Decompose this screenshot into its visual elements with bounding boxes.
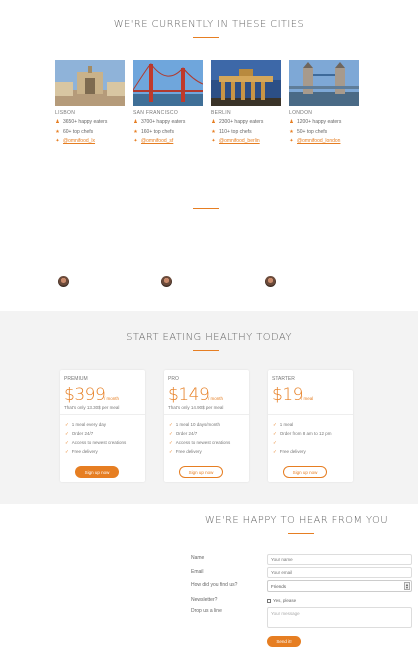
find-us-value: Friends [271,584,287,589]
check-icon: ✓ [273,449,277,454]
berlin-photo [211,60,281,106]
star-icon: ★ [289,128,294,135]
signup-button[interactable]: Sign up now [283,466,327,478]
twitter-icon: ✦ [55,137,60,144]
city-card-san-francisco: San Francisco ♟ 3700+ happy eaters ★ 160+ … [133,60,203,144]
checkbox-icon[interactable] [267,598,271,603]
title-underline [193,37,219,38]
check-icon: ✓ [169,449,173,454]
title-underline [193,350,219,351]
signup-button[interactable]: Sign up now [75,466,119,478]
plan-card-pro: Pro $149 / month That's only 14.90$ per … [164,370,249,482]
plan-price: $19 [272,385,303,405]
find-us-select[interactable]: Friends ▲ ▼ [267,580,412,592]
person-icon: ♟ [133,119,138,126]
testimonials-underline [193,208,219,209]
check-icon: ✓ [65,422,69,427]
person-icon: ♟ [211,119,216,126]
check-icon: ✓ [169,440,173,445]
twitter-stat: ✦ @omnifood_lx [55,138,125,144]
city-name: Berlin [211,110,231,116]
twitter-stat: ✦ @omnifood_sf [133,138,203,144]
cities-title: We're currently in these cities [113,19,305,30]
chefs-stat: ★ 110+ top chefs [211,128,252,135]
twitter-stat: ✦ @omnifood_berlin [211,138,281,144]
check-icon: ✓ [169,422,173,427]
twitter-link[interactable]: @omnifood_berlin [219,138,260,144]
chefs-stat: ★ 60+ top chefs [55,128,94,135]
send-button[interactable]: Send it! [267,636,301,647]
plan-name: Premium [64,376,88,382]
city-name: Lisbon [55,110,76,116]
city-card-lisbon: Lisbon ♟ 3650+ happy eaters ★ 60+ top chef… [55,60,125,144]
city-name: London [289,110,313,116]
plan-note: That's only 13.30$ per meal [64,405,120,410]
plan-card-premium: Premium $399 / month That's only 13.30$ … [60,370,145,482]
check-icon: ✓ [65,449,69,454]
chevron-updown-icon: ▲ ▼ [404,582,410,590]
avatar [58,276,69,287]
check-icon: ✓ [65,431,69,436]
divider [60,414,145,415]
name-field[interactable] [267,554,412,565]
title-underline [288,533,314,534]
chefs-stat: ★ 160+ top chefs [133,128,174,135]
person-icon: ♟ [55,119,60,126]
check-icon: ✓ [169,431,173,436]
check-icon: ✓ [273,431,277,436]
check-icon: ✓ [273,422,277,427]
star-icon: ★ [55,128,60,135]
twitter-icon: ✦ [289,137,294,144]
newsletter-label: Newsletter? [191,597,218,603]
customers-stat: ♟ 2300+ happy eaters [211,119,264,126]
avatar [161,276,172,287]
twitter-icon: ✦ [133,137,138,144]
plan-name: Starter [272,376,295,382]
message-label: Drop us a line [191,608,222,614]
chefs-stat: ★ 50+ top chefs [289,128,328,135]
check-icon: ✓ [65,440,69,445]
twitter-link[interactable]: @omnifood_london [297,138,340,144]
newsletter-option: Yes, please [273,598,297,603]
plan-period: / month [104,396,120,401]
contact-title: We're happy to hear from you [204,515,388,526]
twitter-link[interactable]: @omnifood_lx [63,138,95,144]
plans-title: Start eating healthy today [126,332,292,343]
star-icon: ★ [133,128,138,135]
plan-period: / month [208,396,224,401]
avatar [265,276,276,287]
lisbon-photo [55,60,125,106]
city-name: San Francisco [133,110,179,116]
star-icon: ★ [211,128,216,135]
plan-note: That's only 14.90$ per meal [168,405,224,410]
signup-button[interactable]: Sign up now [179,466,223,478]
plan-name: Pro [168,376,179,382]
divider [268,414,353,415]
plan-price: $399 [64,385,106,405]
london-photo [289,60,359,106]
twitter-icon: ✦ [211,137,216,144]
name-label: Name [191,555,205,561]
san-francisco-photo [133,60,203,106]
email-label: Email [191,569,204,575]
city-card-berlin: Berlin ♟ 2300+ happy eaters ★ 110+ top che… [211,60,281,144]
find-us-label: How did you find us? [191,582,238,588]
person-icon: ♟ [289,119,294,126]
customers-stat: ♟ 1200+ happy eaters [289,119,342,126]
check-icon: ✓ [273,440,277,445]
email-field[interactable] [267,567,412,578]
message-field[interactable]: Your message [267,607,412,628]
customers-stat: ♟ 3650+ happy eaters [55,119,108,126]
customers-stat: ♟ 3700+ happy eaters [133,119,186,126]
twitter-link[interactable]: @omnifood_sf [141,138,173,144]
twitter-stat: ✦ @omnifood_london [289,138,359,144]
plan-card-starter: Starter $19 / meal ✓ 1 meal ✓ Order from 8… [268,370,353,482]
city-card-london: London ♟ 1200+ happy eaters ★ 50+ top chef… [289,60,359,144]
plan-price: $149 [168,385,210,405]
newsletter-checkbox[interactable]: Yes, please [267,598,296,603]
plan-period: / meal [301,396,314,401]
divider [164,414,249,415]
